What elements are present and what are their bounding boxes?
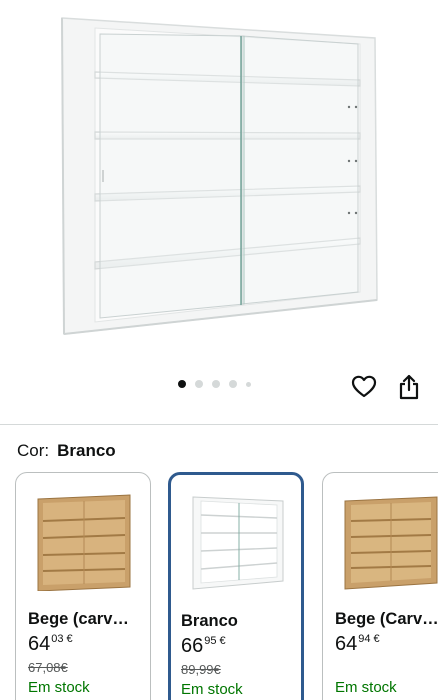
variant-name: Bege (carv… xyxy=(28,610,129,628)
variant-name: Bege (Carv… xyxy=(335,610,438,628)
pagination-dot-3[interactable] xyxy=(212,380,220,388)
selected-color-value: Branco xyxy=(57,441,116,460)
variant-price: 6403 € xyxy=(28,633,73,656)
image-pagination[interactable] xyxy=(178,380,251,388)
display-cabinet-illustration xyxy=(61,17,378,335)
variant-card-branco[interactable]: Branco 6695 € 89,99€ Em stock xyxy=(168,472,304,700)
color-variant-list[interactable]: Bege (carv… 6403 € 67,08€ Em stock Branc… xyxy=(0,472,438,700)
product-image[interactable] xyxy=(0,0,438,370)
variant-thumbnail xyxy=(192,496,284,590)
variant-thumbnail xyxy=(344,496,438,590)
variant-price: 6695 € xyxy=(181,635,226,658)
variant-thumbnail xyxy=(37,494,131,591)
price-fraction: 94 € xyxy=(358,633,380,645)
price-fraction: 95 € xyxy=(204,635,226,647)
pagination-dot-5[interactable] xyxy=(246,381,251,387)
variant-old-price: 67,08€ xyxy=(28,660,68,675)
pagination-dot-2[interactable] xyxy=(195,380,203,388)
color-selector-label: Cor: Branco xyxy=(17,441,116,461)
heart-icon xyxy=(351,375,377,398)
favorite-button[interactable] xyxy=(351,374,377,400)
share-button[interactable] xyxy=(398,374,420,400)
pagination-dot-1[interactable] xyxy=(178,380,186,388)
variant-stock-status: Em stock xyxy=(181,681,243,698)
variant-old-price: 89,99€ xyxy=(181,662,221,677)
variant-stock-status: Em stock xyxy=(335,679,397,696)
price-whole: 66 xyxy=(181,635,204,657)
color-label-prefix: Cor: xyxy=(17,441,50,460)
variant-card-bege-carvalho-2[interactable]: Bege (Carv… 6494 € Em stock xyxy=(322,472,438,700)
section-divider xyxy=(0,424,438,425)
variant-name: Branco xyxy=(181,612,238,630)
pagination-dot-4[interactable] xyxy=(229,380,237,388)
share-icon xyxy=(399,374,419,400)
variant-price: 6494 € xyxy=(335,633,380,656)
price-whole: 64 xyxy=(335,633,358,655)
variant-card-bege-carvalho[interactable]: Bege (carv… 6403 € 67,08€ Em stock xyxy=(15,472,151,700)
price-whole: 64 xyxy=(28,633,51,655)
variant-stock-status: Em stock xyxy=(28,679,90,696)
price-fraction: 03 € xyxy=(51,633,73,645)
